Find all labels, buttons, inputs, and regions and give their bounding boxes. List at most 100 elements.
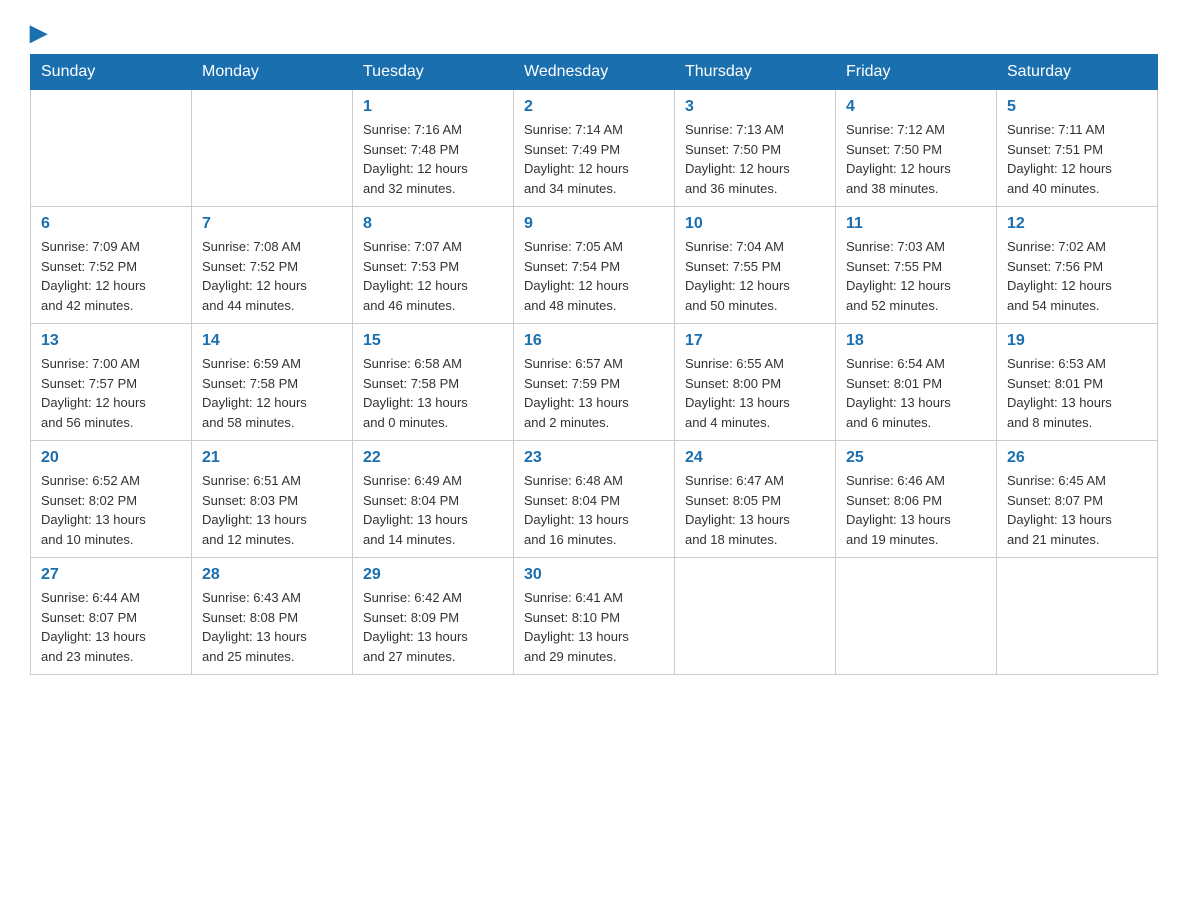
- calendar-week-row: 27Sunrise: 6:44 AM Sunset: 8:07 PM Dayli…: [31, 558, 1158, 675]
- day-number: 12: [1007, 215, 1147, 233]
- calendar-day-cell: [675, 558, 836, 675]
- day-number: 1: [363, 98, 503, 116]
- day-info: Sunrise: 6:52 AM Sunset: 8:02 PM Dayligh…: [41, 471, 181, 549]
- calendar-day-cell: 9 Sunrise: 7:05 AM Sunset: 7:54 PM Daylig…: [514, 207, 675, 324]
- calendar-day-cell: 16 Sunrise: 6:57 AM Sunset: 7:59 PM Dayli…: [514, 324, 675, 441]
- day-number: 11: [846, 215, 986, 233]
- day-info: Sunrise: 7:00 AM Sunset: 7:57 PM Dayligh…: [41, 354, 181, 432]
- calendar-week-row: 1 Sunrise: 7:16 AM Sunset: 7:48 PM Daylig…: [31, 90, 1158, 207]
- calendar-table: SundayMondayTuesdayWednesdayThursdayFrid…: [30, 54, 1158, 675]
- day-info: Sunrise: 6:58 AM Sunset: 7:58 PM Dayligh…: [363, 354, 503, 432]
- calendar-day-cell: 19Sunrise: 6:53 AM Sunset: 8:01 PM Dayli…: [997, 324, 1158, 441]
- day-info: Sunrise: 6:46 AM Sunset: 8:06 PM Dayligh…: [846, 471, 986, 549]
- calendar-day-cell: 25 Sunrise: 6:46 AM Sunset: 8:06 PM Dayli…: [836, 441, 997, 558]
- day-number: 29: [363, 566, 503, 584]
- day-number: 20: [41, 449, 181, 467]
- calendar-day-cell: 24 Sunrise: 6:47 AM Sunset: 8:05 PM Dayli…: [675, 441, 836, 558]
- calendar-day-cell: 26Sunrise: 6:45 AM Sunset: 8:07 PM Dayli…: [997, 441, 1158, 558]
- day-number: 22: [363, 449, 503, 467]
- day-number: 24: [685, 449, 825, 467]
- day-number: 19: [1007, 332, 1147, 350]
- day-info: Sunrise: 7:11 AM Sunset: 7:51 PM Dayligh…: [1007, 120, 1147, 198]
- calendar-week-row: 20 Sunrise: 6:52 AM Sunset: 8:02 PM Dayli…: [31, 441, 1158, 558]
- calendar-day-cell: 13 Sunrise: 7:00 AM Sunset: 7:57 PM Dayli…: [31, 324, 192, 441]
- day-number: 25: [846, 449, 986, 467]
- day-number: 27: [41, 566, 181, 584]
- calendar-day-cell: 2Sunrise: 7:14 AM Sunset: 7:49 PM Daylig…: [514, 90, 675, 207]
- calendar-day-cell: 17Sunrise: 6:55 AM Sunset: 8:00 PM Dayli…: [675, 324, 836, 441]
- day-info: Sunrise: 6:49 AM Sunset: 8:04 PM Dayligh…: [363, 471, 503, 549]
- day-info: Sunrise: 7:16 AM Sunset: 7:48 PM Dayligh…: [363, 120, 503, 198]
- day-number: 18: [846, 332, 986, 350]
- calendar-day-cell: 29 Sunrise: 6:42 AM Sunset: 8:09 PM Dayli…: [353, 558, 514, 675]
- day-info: Sunrise: 6:47 AM Sunset: 8:05 PM Dayligh…: [685, 471, 825, 549]
- calendar-day-cell: 21 Sunrise: 6:51 AM Sunset: 8:03 PM Dayli…: [192, 441, 353, 558]
- day-info: Sunrise: 7:13 AM Sunset: 7:50 PM Dayligh…: [685, 120, 825, 198]
- day-info: Sunrise: 6:42 AM Sunset: 8:09 PM Dayligh…: [363, 588, 503, 666]
- day-info: Sunrise: 6:48 AM Sunset: 8:04 PM Dayligh…: [524, 471, 664, 549]
- calendar-day-cell: 18 Sunrise: 6:54 AM Sunset: 8:01 PM Dayli…: [836, 324, 997, 441]
- day-number: 30: [524, 566, 664, 584]
- day-info: Sunrise: 6:54 AM Sunset: 8:01 PM Dayligh…: [846, 354, 986, 432]
- day-number: 26: [1007, 449, 1147, 467]
- day-number: 13: [41, 332, 181, 350]
- calendar-week-row: 6 Sunrise: 7:09 AM Sunset: 7:52 PM Daylig…: [31, 207, 1158, 324]
- day-number: 14: [202, 332, 342, 350]
- day-number: 16: [524, 332, 664, 350]
- day-number: 21: [202, 449, 342, 467]
- calendar-day-cell: 10 Sunrise: 7:04 AM Sunset: 7:55 PM Dayli…: [675, 207, 836, 324]
- calendar-day-cell: 3 Sunrise: 7:13 AM Sunset: 7:50 PM Daylig…: [675, 90, 836, 207]
- day-info: Sunrise: 7:03 AM Sunset: 7:55 PM Dayligh…: [846, 237, 986, 315]
- day-of-week-header: Saturday: [997, 55, 1158, 90]
- calendar-day-cell: 1 Sunrise: 7:16 AM Sunset: 7:48 PM Daylig…: [353, 90, 514, 207]
- calendar-day-cell: 4Sunrise: 7:12 AM Sunset: 7:50 PM Daylig…: [836, 90, 997, 207]
- calendar-day-cell: [192, 90, 353, 207]
- page-header: ▶: [30, 20, 1158, 44]
- day-number: 6: [41, 215, 181, 233]
- day-number: 17: [685, 332, 825, 350]
- day-info: Sunrise: 6:57 AM Sunset: 7:59 PM Dayligh…: [524, 354, 664, 432]
- day-number: 5: [1007, 98, 1147, 116]
- day-info: Sunrise: 6:51 AM Sunset: 8:03 PM Dayligh…: [202, 471, 342, 549]
- day-info: Sunrise: 7:07 AM Sunset: 7:53 PM Dayligh…: [363, 237, 503, 315]
- calendar-day-cell: 12 Sunrise: 7:02 AM Sunset: 7:56 PM Dayli…: [997, 207, 1158, 324]
- day-number: 2: [524, 98, 664, 116]
- day-info: Sunrise: 6:59 AM Sunset: 7:58 PM Dayligh…: [202, 354, 342, 432]
- day-number: 10: [685, 215, 825, 233]
- day-number: 9: [524, 215, 664, 233]
- day-of-week-header: Tuesday: [353, 55, 514, 90]
- calendar-day-cell: [836, 558, 997, 675]
- calendar-day-cell: 11 Sunrise: 7:03 AM Sunset: 7:55 PM Dayli…: [836, 207, 997, 324]
- day-number: 28: [202, 566, 342, 584]
- day-info: Sunrise: 7:09 AM Sunset: 7:52 PM Dayligh…: [41, 237, 181, 315]
- day-info: Sunrise: 6:43 AM Sunset: 8:08 PM Dayligh…: [202, 588, 342, 666]
- calendar-week-row: 13 Sunrise: 7:00 AM Sunset: 7:57 PM Dayli…: [31, 324, 1158, 441]
- calendar-day-cell: 15 Sunrise: 6:58 AM Sunset: 7:58 PM Dayli…: [353, 324, 514, 441]
- calendar-day-cell: 30Sunrise: 6:41 AM Sunset: 8:10 PM Dayli…: [514, 558, 675, 675]
- calendar-day-cell: 23 Sunrise: 6:48 AM Sunset: 8:04 PM Dayli…: [514, 441, 675, 558]
- logo-arrow-icon: ▶: [30, 20, 47, 46]
- day-info: Sunrise: 7:05 AM Sunset: 7:54 PM Dayligh…: [524, 237, 664, 315]
- calendar-day-cell: 6 Sunrise: 7:09 AM Sunset: 7:52 PM Daylig…: [31, 207, 192, 324]
- day-number: 7: [202, 215, 342, 233]
- calendar-day-cell: 20 Sunrise: 6:52 AM Sunset: 8:02 PM Dayli…: [31, 441, 192, 558]
- day-info: Sunrise: 7:02 AM Sunset: 7:56 PM Dayligh…: [1007, 237, 1147, 315]
- day-info: Sunrise: 7:12 AM Sunset: 7:50 PM Dayligh…: [846, 120, 986, 198]
- day-info: Sunrise: 7:04 AM Sunset: 7:55 PM Dayligh…: [685, 237, 825, 315]
- calendar-day-cell: [997, 558, 1158, 675]
- day-info: Sunrise: 7:08 AM Sunset: 7:52 PM Dayligh…: [202, 237, 342, 315]
- calendar-day-cell: 5 Sunrise: 7:11 AM Sunset: 7:51 PM Daylig…: [997, 90, 1158, 207]
- day-number: 3: [685, 98, 825, 116]
- day-number: 8: [363, 215, 503, 233]
- day-number: 15: [363, 332, 503, 350]
- calendar-day-cell: 8 Sunrise: 7:07 AM Sunset: 7:53 PM Daylig…: [353, 207, 514, 324]
- calendar-day-cell: 14 Sunrise: 6:59 AM Sunset: 7:58 PM Dayli…: [192, 324, 353, 441]
- day-of-week-header: Thursday: [675, 55, 836, 90]
- day-of-week-header: Wednesday: [514, 55, 675, 90]
- calendar-body: 1 Sunrise: 7:16 AM Sunset: 7:48 PM Daylig…: [31, 90, 1158, 675]
- calendar-day-cell: 22 Sunrise: 6:49 AM Sunset: 8:04 PM Dayli…: [353, 441, 514, 558]
- calendar-day-cell: [31, 90, 192, 207]
- calendar-day-cell: 28 Sunrise: 6:43 AM Sunset: 8:08 PM Dayli…: [192, 558, 353, 675]
- day-number: 23: [524, 449, 664, 467]
- calendar-header: SundayMondayTuesdayWednesdayThursdayFrid…: [31, 55, 1158, 90]
